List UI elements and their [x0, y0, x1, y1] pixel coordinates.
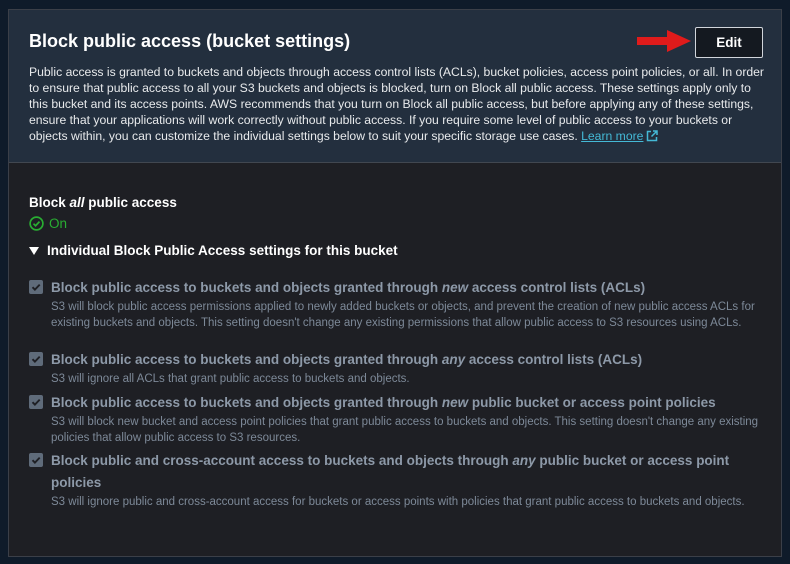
- individual-settings-expander[interactable]: Individual Block Public Access settings …: [29, 243, 398, 258]
- setting-description: S3 will block public access permissions …: [51, 301, 755, 329]
- checkmark-icon: [31, 283, 41, 291]
- setting-description: S3 will block new bucket and access poin…: [51, 416, 759, 444]
- setting-checkbox[interactable]: [29, 280, 43, 294]
- status-text: On: [49, 216, 68, 231]
- panel-header: Block public access (bucket settings) Ed…: [9, 10, 781, 163]
- setting-description: S3 will ignore all ACLs that grant publi…: [51, 373, 410, 385]
- setting-title: Block public access to buckets and objec…: [51, 349, 764, 371]
- block-all-public-access-label: Block all public access: [29, 195, 177, 210]
- check-circle-icon: [29, 216, 44, 231]
- setting-title-post: access control lists (ACLs): [465, 352, 643, 367]
- setting-title-em: any: [512, 453, 536, 468]
- block-all-suffix: public access: [84, 195, 177, 210]
- setting-title-post: access control lists (ACLs): [468, 280, 646, 295]
- caret-down-icon: [29, 246, 39, 255]
- setting-title-pre: Block public access to buckets and objec…: [51, 352, 442, 367]
- setting-checkbox[interactable]: [29, 453, 43, 467]
- status-indicator: On: [29, 216, 67, 231]
- checkmark-icon: [31, 355, 41, 363]
- setting-title: Block public access to buckets and objec…: [51, 277, 764, 299]
- page-title: Block public access (bucket settings): [29, 31, 351, 51]
- setting-checkbox[interactable]: [29, 352, 43, 366]
- setting-checkbox[interactable]: [29, 395, 43, 409]
- setting-title-em: new: [441, 280, 469, 295]
- setting-title-em: new: [441, 395, 469, 410]
- block-all-emphasis: all: [69, 195, 85, 210]
- learn-more-label[interactable]: Learn more: [581, 129, 643, 143]
- block-public-access-panel: Block public access (bucket settings) Ed…: [8, 9, 782, 557]
- description: Public access is granted to buckets and …: [29, 64, 764, 144]
- setting-description: S3 will ignore public and cross-account …: [51, 496, 745, 508]
- checkmark-icon: [31, 398, 41, 406]
- setting-title-post: public bucket or access point policies: [468, 395, 716, 410]
- external-link-icon: [647, 130, 659, 142]
- setting-title-pre: Block public access to buckets and objec…: [51, 280, 442, 295]
- setting-title-em: any: [441, 352, 466, 367]
- setting-title-pre: Block public and cross-account access to…: [51, 453, 513, 468]
- block-all-prefix: Block: [29, 195, 70, 210]
- setting-title: Block public access to buckets and objec…: [51, 392, 764, 414]
- red-arrow-icon: [637, 30, 691, 52]
- checkmark-icon: [31, 456, 41, 464]
- individual-settings-heading: Individual Block Public Access settings …: [47, 243, 398, 258]
- setting-title: Block public and cross-account access to…: [51, 450, 764, 494]
- learn-more-link[interactable]: Learn more: [581, 129, 659, 143]
- edit-button[interactable]: Edit: [695, 27, 763, 58]
- setting-title-pre: Block public access to buckets and objec…: [51, 395, 442, 410]
